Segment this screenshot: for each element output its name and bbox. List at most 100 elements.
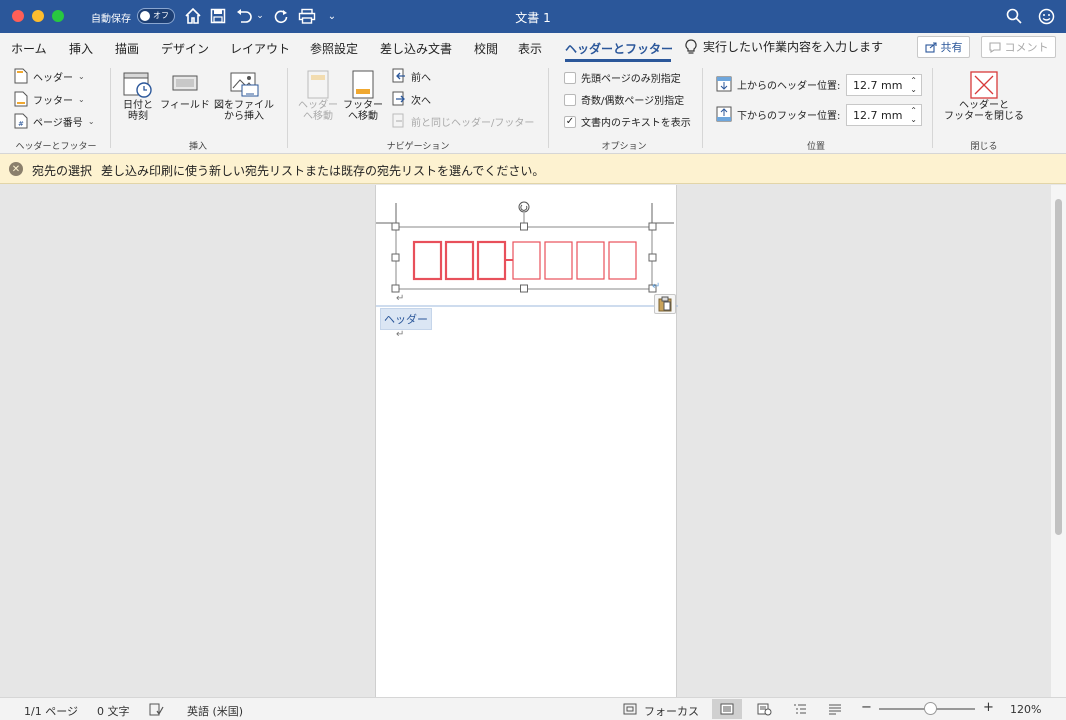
share-button[interactable]: 共有 [917, 36, 970, 58]
go-to-footer-button[interactable]: フッター へ移動 [341, 70, 385, 122]
next-label: 次へ [411, 95, 431, 107]
different-first-page-checkbox[interactable]: 先頭ページのみ別指定 [564, 70, 681, 85]
header-position-icon [716, 76, 732, 92]
web-layout-icon [757, 703, 771, 715]
document-canvas[interactable]: ↵ ↵ ヘッダー ↵ [0, 185, 1066, 697]
tab-home[interactable]: ホーム [11, 40, 47, 57]
zoom-level[interactable]: 120% [1010, 703, 1041, 716]
web-layout-view-button[interactable] [749, 699, 779, 719]
draft-icon [829, 704, 841, 715]
go-to-header-button[interactable]: ヘッダー へ移動 [296, 70, 340, 122]
spinner-arrows-icon[interactable]: ⌃ ⌄ [910, 106, 917, 124]
chevron-down-icon: ⌄ [78, 94, 85, 104]
smiley-icon[interactable] [1036, 6, 1056, 26]
zoom-out-button[interactable]: − [861, 700, 872, 715]
close-header-footer-button[interactable]: ヘッダーと フッターを閉じる [942, 70, 1026, 122]
group-divider [548, 68, 549, 148]
checkbox[interactable] [564, 93, 576, 106]
tab-view[interactable]: 表示 [518, 40, 542, 57]
go-to-header-line2: へ移動 [303, 111, 333, 122]
different-odd-even-checkbox[interactable]: 奇数/偶数ページ別指定 [564, 92, 684, 107]
header-label: ヘッダー [33, 72, 73, 84]
header-position-value: 12.7 mm [853, 79, 903, 92]
spinner-arrows-icon[interactable]: ⌃ ⌄ [910, 76, 917, 94]
paste-options-button[interactable] [654, 294, 676, 314]
date-time-button[interactable]: 日付と 時刻 [120, 70, 156, 122]
header-tag: ヘッダー [380, 308, 432, 330]
previous-button[interactable]: 前へ [392, 68, 431, 84]
clipboard-icon [658, 296, 672, 312]
tab-review[interactable]: 校閲 [474, 40, 498, 57]
tab-layout[interactable]: レイアウト [230, 40, 290, 57]
picture-line2: から挿入 [224, 111, 264, 122]
go-to-footer-line1: フッター [343, 100, 383, 111]
dismiss-message-icon[interactable]: ✕ [9, 162, 23, 176]
focus-icon[interactable] [623, 703, 637, 718]
footer-position-input[interactable]: 12.7 mm ⌃ ⌄ [846, 104, 922, 126]
scrollbar-thumb[interactable] [1055, 199, 1062, 535]
document-page[interactable]: ↵ ↵ ヘッダー ↵ [375, 185, 678, 697]
insert-group-label: 挿入 [188, 142, 207, 152]
different-odd-even-label: 奇数/偶数ページ別指定 [581, 96, 685, 107]
ribbon: ヘッダー ⌄ フッター ⌄ # ページ番号 ⌄ ヘッダーとフッター 日付と 時刻… [0, 62, 1066, 154]
lightbulb-icon [685, 38, 697, 54]
tab-design[interactable]: デザイン [161, 40, 209, 57]
word-count[interactable]: 0 文字 [97, 703, 130, 719]
picture-line1: 図をファイル [214, 100, 274, 111]
tab-header-footer[interactable]: ヘッダーとフッター [565, 40, 673, 57]
svg-text:↵: ↵ [652, 281, 660, 292]
message-bar: ✕ 宛先の選択 差し込み印刷に使う新しい宛先リストまたは既存の宛先リストを選んで… [0, 154, 1066, 184]
proofing-icon[interactable] [149, 703, 164, 719]
chevron-down-icon: ⌄ [78, 71, 85, 81]
checkbox[interactable] [564, 71, 576, 84]
outline-view-button[interactable] [785, 699, 815, 719]
link-icon [392, 113, 404, 128]
close-group-label: 閉じる [970, 142, 998, 152]
zoom-in-button[interactable]: + [983, 700, 994, 715]
page-count[interactable]: 1/1 ページ [24, 703, 78, 719]
picture-from-file-button[interactable]: 図をファイル から挿入 [213, 70, 275, 122]
search-icon[interactable] [1004, 6, 1024, 26]
tell-me-box[interactable]: 実行したい作業内容を入力します [685, 38, 883, 55]
comment-button[interactable]: コメント [981, 36, 1056, 58]
focus-mode-label[interactable]: フォーカス [644, 703, 699, 719]
go-to-footer-line2: へ移動 [348, 111, 378, 122]
show-document-text-checkbox[interactable]: ✓ 文書内のテキストを表示 [564, 114, 691, 129]
header-button[interactable]: ヘッダー ⌄ [14, 68, 85, 84]
field-label: フィールド [160, 100, 210, 111]
language-indicator[interactable]: 英語 (米国) [187, 703, 243, 719]
title-bar: 自動保存 オフ ⌄ ⌄ 文書 1 [0, 0, 1066, 33]
footer-button[interactable]: フッター ⌄ [14, 91, 85, 107]
message-text: 差し込み印刷に使う新しい宛先リストまたは既存の宛先リストを選んでください。 [101, 164, 545, 178]
print-layout-view-button[interactable] [712, 699, 742, 719]
svg-text:#: # [18, 120, 24, 128]
field-button[interactable]: フィールド [160, 70, 210, 111]
header-position-input[interactable]: 12.7 mm ⌃ ⌄ [846, 74, 922, 96]
link-to-previous-button[interactable]: 前と同じヘッダー/フッター [392, 113, 534, 129]
checkbox-checked[interactable]: ✓ [564, 115, 576, 128]
vertical-scrollbar[interactable] [1051, 185, 1066, 697]
page-number-button[interactable]: # ページ番号 ⌄ [14, 113, 95, 129]
zoom-slider-thumb[interactable] [924, 702, 937, 715]
date-time-line1: 日付と [123, 100, 153, 111]
previous-label: 前へ [411, 72, 431, 84]
next-button[interactable]: 次へ [392, 91, 431, 107]
print-layout-icon [720, 703, 734, 715]
tab-draw[interactable]: 描画 [115, 40, 139, 57]
comment-label: コメント [1004, 41, 1049, 54]
position-group-label: 位置 [806, 142, 825, 152]
next-icon [392, 91, 405, 106]
group-divider [702, 68, 703, 148]
outline-icon [794, 704, 806, 714]
tab-references[interactable]: 参照設定 [310, 40, 358, 57]
draft-view-button[interactable] [820, 699, 850, 719]
footer-position-value: 12.7 mm [853, 109, 903, 122]
share-icon [924, 41, 937, 53]
postal-code-boxes [412, 240, 637, 281]
header-position-row: 上からのヘッダー位置: [716, 76, 840, 92]
group-divider [932, 68, 933, 148]
tab-insert[interactable]: 挿入 [69, 40, 93, 57]
tab-mailings[interactable]: 差し込み文書 [380, 40, 452, 57]
footer-position-row: 下からのフッター位置: [716, 106, 840, 122]
ribbon-tabs: ホーム 挿入 描画 デザイン レイアウト 参照設定 差し込み文書 校閲 表示 ヘ… [0, 33, 1066, 62]
